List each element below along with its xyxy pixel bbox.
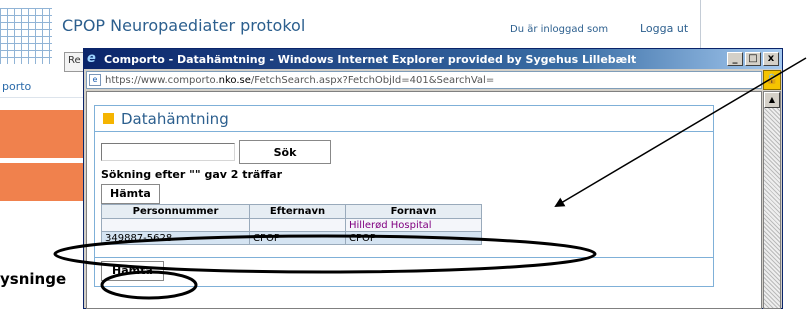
search-input[interactable]	[101, 143, 235, 161]
lock-icon[interactable]: 🔒	[763, 70, 781, 90]
fetch-button-top[interactable]: Hämta	[101, 184, 160, 204]
side-label: ysninge	[0, 270, 67, 288]
column-personnummer: Personnummer	[101, 204, 250, 219]
column-fornavn: Fornavn	[345, 204, 482, 219]
maximize-button[interactable]: □	[745, 52, 761, 66]
page-icon: e	[89, 74, 101, 86]
scroll-up-arrow-icon[interactable]: ▲	[764, 92, 780, 108]
column-efternavn: Efternavn	[249, 204, 346, 219]
panel-footer: Hämta	[95, 258, 713, 286]
address-bar[interactable]: e https://www.comporto.nko.se/FetchSearc…	[86, 71, 762, 89]
cell	[249, 218, 346, 232]
page-content: Datahämtning Sök Sökning efter "" gav 2 …	[86, 91, 762, 309]
panel-body: Sök Sökning efter "" gav 2 träffar Hämta…	[95, 132, 713, 258]
cell: Hillerød Hospital	[345, 218, 482, 232]
cell: CPOP	[249, 231, 346, 245]
internet-explorer-icon: e	[87, 51, 96, 66]
cell	[101, 218, 250, 232]
minimize-button[interactable]: _	[727, 52, 743, 66]
cell: 349887-5628	[101, 231, 250, 245]
logo-text: porto	[2, 80, 32, 93]
cell: CPOP	[345, 231, 482, 245]
table-row[interactable]: 349887-5628 CPOP CPOP	[101, 231, 482, 245]
logged-in-label: Du är inloggad som	[510, 24, 609, 35]
app-title: CPOP Neuropaediater protokol	[62, 16, 306, 35]
popup-window: e Comporto - Datahämtning - Windows Inte…	[83, 48, 783, 309]
comporto-logo-icon	[0, 8, 52, 64]
vertical-scrollbar[interactable]: ▲	[763, 91, 781, 309]
panel-header: Datahämtning	[95, 106, 713, 132]
search-button[interactable]: Sök	[239, 140, 331, 164]
url-text: https://www.comporto.nko.se/FetchSearch.…	[105, 74, 495, 86]
results-table: Personnummer Efternavn Fornavn Hillerød …	[101, 204, 482, 245]
logout-link[interactable]: Logga ut	[640, 22, 688, 35]
fetch-button-bottom[interactable]: Hämta	[101, 261, 164, 281]
datahamtning-panel: Datahämtning Sök Sökning efter "" gav 2 …	[94, 105, 714, 287]
side-block-2	[0, 163, 90, 201]
window-titlebar[interactable]: e Comporto - Datahämtning - Windows Inte…	[84, 49, 782, 69]
table-row[interactable]: Hillerød Hospital	[101, 218, 482, 232]
orange-square-icon	[103, 113, 114, 124]
side-block	[0, 110, 90, 158]
panel-title: Datahämtning	[121, 109, 229, 128]
result-text: Sökning efter "" gav 2 träffar	[101, 168, 283, 181]
window-title: Comporto - Datahämtning - Windows Intern…	[104, 52, 637, 66]
close-button[interactable]: x	[763, 52, 779, 66]
